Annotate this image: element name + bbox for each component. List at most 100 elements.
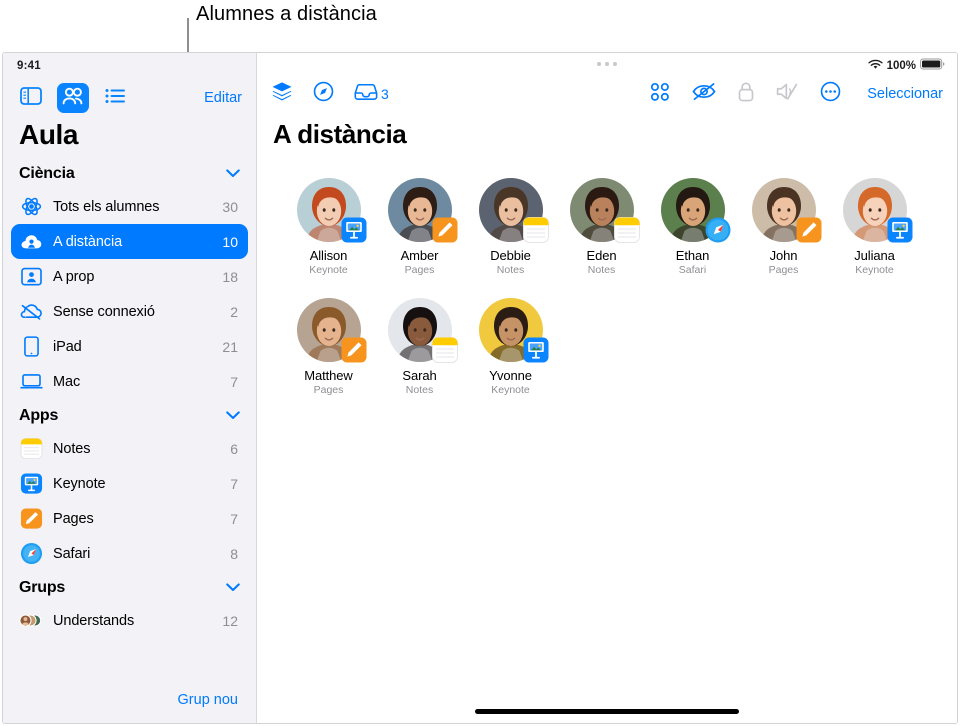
new-group-button[interactable]: Grup nou	[178, 692, 238, 708]
notes-app-badge-icon	[523, 217, 549, 243]
notes-app-badge-icon	[614, 217, 640, 243]
sidebar-layout-icon	[20, 87, 42, 110]
student-name: Yvonne	[489, 368, 532, 383]
sidebar-section-header-apps[interactable]: Apps	[3, 399, 256, 431]
student-app: Pages	[405, 264, 435, 276]
student-card[interactable]: SarahNotes	[374, 298, 465, 396]
home-indicator	[475, 709, 739, 714]
sidebar-item-count: 12	[222, 613, 238, 629]
pages-app-badge-icon	[796, 217, 822, 243]
layers-button[interactable]	[271, 81, 293, 107]
sidebar-item-tots-els-alumnes[interactable]: Tots els alumnes 30	[11, 189, 248, 224]
student-grid: AllisonKeynoteAmberPagesDebbieNotesEdenN…	[257, 150, 957, 396]
student-app: Pages	[769, 264, 799, 276]
student-card[interactable]: EthanSafari	[647, 178, 738, 276]
avatar-wrapper	[752, 178, 816, 242]
student-app: Notes	[588, 264, 615, 276]
sidebar-item-label: Understands	[53, 613, 134, 629]
student-app: Keynote	[855, 264, 894, 276]
student-name: Allison	[310, 248, 348, 263]
student-name: Ethan	[676, 248, 709, 263]
sidebar-item-pages[interactable]: Pages 7	[11, 501, 248, 536]
avatar-wrapper	[297, 178, 361, 242]
sidebar-item-label: Pages	[53, 511, 94, 527]
sidebar-list[interactable]: Ciència Tots els alumnes	[3, 153, 256, 685]
status-indicators: 100%	[868, 57, 945, 75]
cloud-slash-icon	[19, 300, 43, 324]
view-list-button[interactable]	[99, 83, 131, 113]
ipad-window: 9:41	[2, 52, 958, 724]
sidebar-item-count: 21	[222, 339, 238, 355]
avatar-wrapper	[843, 178, 907, 242]
main-title: A distància	[257, 113, 957, 150]
student-name: John	[770, 248, 798, 263]
student-card[interactable]: JulianaKeynote	[829, 178, 920, 276]
pages-app-badge-icon	[341, 337, 367, 363]
sidebar-section-header-ciencia[interactable]: Ciència	[3, 157, 256, 189]
grid-view-button[interactable]	[650, 82, 670, 107]
student-card[interactable]: AmberPages	[374, 178, 465, 276]
sidebar-item-mac[interactable]: Mac 7	[11, 364, 248, 399]
layers-icon	[271, 81, 293, 107]
inbox-count: 3	[381, 86, 389, 102]
student-card[interactable]: MatthewPages	[283, 298, 374, 396]
sidebar-item-label: Tots els alumnes	[53, 199, 159, 215]
sidebar-item-a-prop[interactable]: A prop 18	[11, 259, 248, 294]
sidebar-item-label: A distància	[53, 234, 122, 250]
page-title: Aula	[3, 113, 256, 153]
student-name: Sarah	[402, 368, 436, 383]
sidebar-item-count: 7	[230, 511, 238, 527]
navigate-button[interactable]	[313, 81, 334, 107]
student-name: Debbie	[490, 248, 531, 263]
sidebar-item-a-distancia[interactable]: A distància 10	[11, 224, 248, 259]
sidebar-item-notes[interactable]: Notes 6	[11, 431, 248, 466]
student-app: Pages	[314, 384, 344, 396]
sidebar: 9:41	[3, 53, 257, 723]
notes-app-badge-icon	[432, 337, 458, 363]
student-card[interactable]: DebbieNotes	[465, 178, 556, 276]
sidebar-item-ipad[interactable]: iPad 21	[11, 329, 248, 364]
student-card[interactable]: JohnPages	[738, 178, 829, 276]
student-app: Keynote	[491, 384, 530, 396]
section-title: Ciència	[19, 165, 75, 183]
safari-app-icon	[19, 542, 43, 566]
sidebar-item-count: 30	[222, 199, 238, 215]
section-title: Apps	[19, 407, 58, 425]
chevron-down-icon[interactable]	[226, 407, 240, 425]
window-grabber-icon[interactable]	[597, 62, 617, 66]
safari-app-badge-icon	[705, 217, 731, 243]
more-button[interactable]	[820, 81, 841, 107]
chevron-down-icon[interactable]	[226, 579, 240, 597]
toolbar-right-group: Seleccionar	[650, 81, 943, 107]
wifi-icon	[868, 57, 883, 75]
student-app: Safari	[679, 264, 706, 276]
sidebar-item-safari[interactable]: Safari 8	[11, 536, 248, 571]
sidebar-section-header-grups[interactable]: Grups	[3, 571, 256, 603]
keynote-app-badge-icon	[341, 217, 367, 243]
sidebar-item-understands[interactable]: Understands 12	[11, 603, 248, 638]
sidebar-item-keynote[interactable]: Keynote 7	[11, 466, 248, 501]
sidebar-item-count: 6	[230, 441, 238, 457]
sidebar-item-count: 7	[230, 374, 238, 390]
battery-icon	[920, 57, 945, 75]
sidebar-item-count: 18	[222, 269, 238, 285]
student-card[interactable]: AllisonKeynote	[283, 178, 374, 276]
chevron-down-icon[interactable]	[226, 165, 240, 183]
keynote-app-badge-icon	[523, 337, 549, 363]
ipad-icon	[19, 335, 43, 359]
callout-label: Alumnes a distància	[196, 3, 377, 26]
sidebar-item-label: Safari	[53, 546, 90, 562]
view-people-button[interactable]	[57, 83, 89, 113]
view-sidebar-button[interactable]	[15, 83, 47, 113]
inbox-button[interactable]: 3	[354, 82, 389, 106]
notes-app-icon	[19, 437, 43, 461]
student-card[interactable]: EdenNotes	[556, 178, 647, 276]
sidebar-item-sense-connexio[interactable]: Sense connexió 2	[11, 294, 248, 329]
edit-button[interactable]: Editar	[204, 90, 242, 106]
select-button[interactable]: Seleccionar	[867, 86, 943, 102]
hide-screen-button[interactable]	[692, 82, 716, 106]
pages-app-badge-icon	[432, 217, 458, 243]
student-card[interactable]: YvonneKeynote	[465, 298, 556, 396]
student-name: Amber	[401, 248, 439, 263]
main-status-bar: 100%	[257, 53, 957, 75]
